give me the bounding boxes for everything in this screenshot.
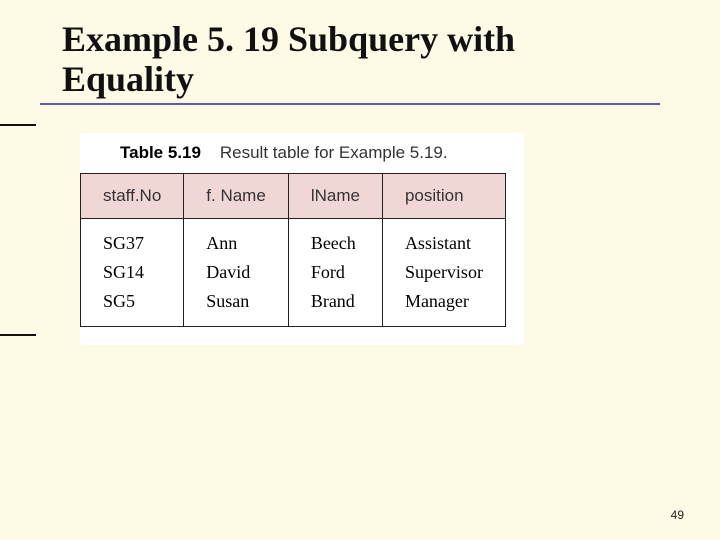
caption-bold: Table 5.19 <box>120 143 201 162</box>
table-caption: Table 5.19 Result table for Example 5.19… <box>120 143 506 163</box>
cell-position: Supervisor <box>382 258 505 287</box>
cell-position: Assistant <box>382 219 505 259</box>
col-position: position <box>382 174 505 219</box>
cell-lname: Beech <box>288 219 382 259</box>
cell-fname: David <box>184 258 289 287</box>
result-table: staff.No f. Name lName position SG37 Ann… <box>80 173 506 327</box>
cell-staffno: SG37 <box>81 219 184 259</box>
title-rule <box>40 103 660 111</box>
page-number: 49 <box>671 508 684 522</box>
table-row: SG14 David Ford Supervisor <box>81 258 506 287</box>
table-header-row: staff.No f. Name lName position <box>81 174 506 219</box>
cell-fname: Ann <box>184 219 289 259</box>
table-row: SG5 Susan Brand Manager <box>81 287 506 327</box>
cell-staffno: SG5 <box>81 287 184 327</box>
cell-lname: Ford <box>288 258 382 287</box>
col-lname: lName <box>288 174 382 219</box>
col-fname: f. Name <box>184 174 289 219</box>
caption-text: Result table for Example 5.19. <box>220 143 448 162</box>
slide: Example 5. 19 Subquery with Equality Tab… <box>0 0 720 540</box>
title-line-2: Equality <box>62 59 194 99</box>
title-line-1: Example 5. 19 Subquery with <box>62 19 515 59</box>
rule-line <box>40 103 660 105</box>
table-panel: Table 5.19 Result table for Example 5.19… <box>80 133 524 345</box>
slide-title: Example 5. 19 Subquery with Equality <box>62 20 660 99</box>
cell-position: Manager <box>382 287 505 327</box>
cell-staffno: SG14 <box>81 258 184 287</box>
left-vertical-accent <box>0 124 36 336</box>
table-row: SG37 Ann Beech Assistant <box>81 219 506 259</box>
cell-fname: Susan <box>184 287 289 327</box>
cell-lname: Brand <box>288 287 382 327</box>
col-staffno: staff.No <box>81 174 184 219</box>
